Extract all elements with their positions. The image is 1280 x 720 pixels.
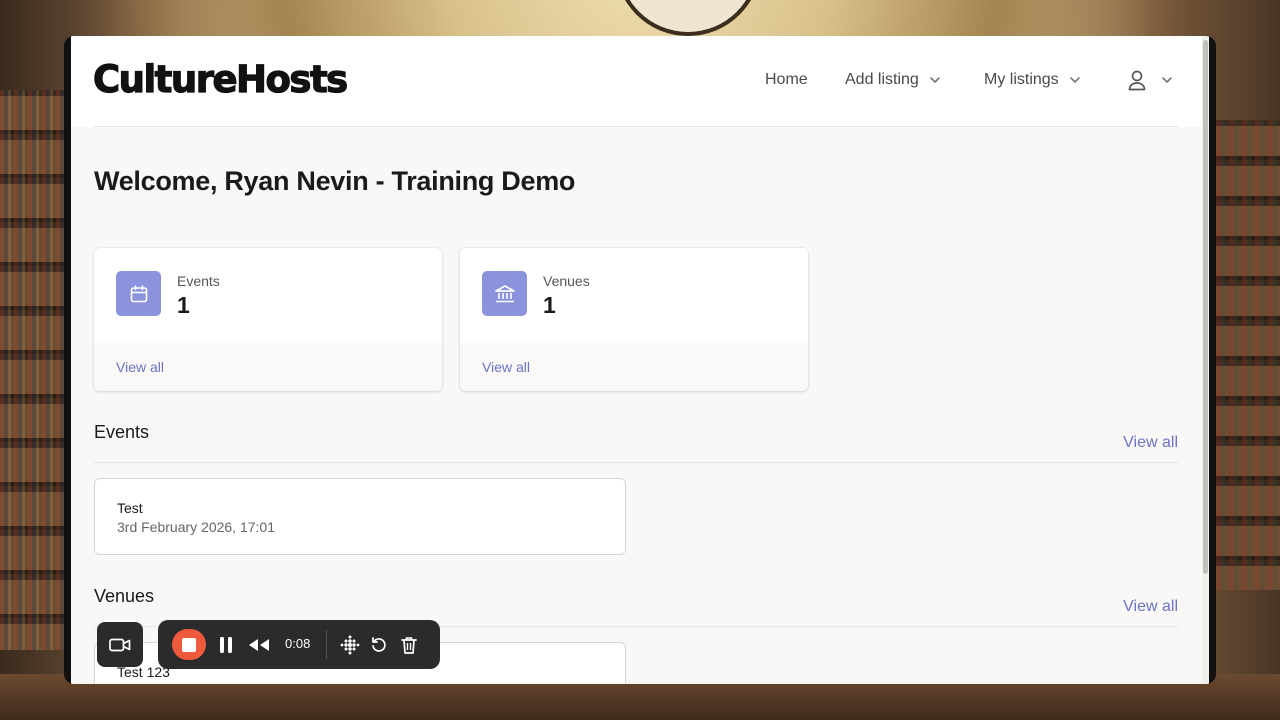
stop-icon <box>182 637 196 652</box>
drawing-tools-button[interactable] <box>339 634 361 656</box>
stat-card-venues: Venues 1 View all <box>460 248 808 391</box>
restart-button[interactable] <box>368 634 390 656</box>
building-icon <box>482 271 527 316</box>
stat-footer: View all <box>94 343 442 391</box>
calendar-icon <box>116 271 161 316</box>
event-date: 3rd February 2026, 17:01 <box>117 519 275 535</box>
header-divider <box>94 126 1178 127</box>
recording-toolbar: 0:08 <box>158 620 440 669</box>
stat-value: 1 <box>177 292 190 318</box>
trash-icon <box>401 637 417 654</box>
pause-button[interactable] <box>215 634 237 656</box>
events-section-title: Events <box>94 422 150 442</box>
chevron-down-icon <box>1069 77 1080 83</box>
venues-section-title: Venues <box>94 586 155 606</box>
nav-my-listings-label: My listings <box>984 71 1059 88</box>
rewind-icon <box>249 639 269 651</box>
user-icon <box>1128 70 1146 91</box>
event-title: Test <box>117 500 143 516</box>
stat-label: Venues <box>543 273 590 289</box>
chevron-down-icon <box>1162 77 1172 83</box>
venues-view-all-link[interactable]: View all <box>482 359 530 375</box>
section-divider <box>94 462 1178 463</box>
stat-footer: View all <box>460 343 808 391</box>
nav-add-listing[interactable]: Add listing <box>845 71 943 89</box>
background-bookshelf-right <box>1216 120 1280 590</box>
page-scrollbar[interactable] <box>1202 36 1209 684</box>
background-bookshelf-left <box>0 90 64 650</box>
restart-icon <box>372 637 386 652</box>
recording-timer: 0:08 <box>285 636 311 651</box>
page-title: Welcome, Ryan Nevin - Training Demo <box>94 166 576 196</box>
event-card[interactable]: Test 3rd February 2026, 17:01 <box>94 478 626 555</box>
background-clock <box>615 0 761 36</box>
nav-add-listing-label: Add listing <box>845 71 919 88</box>
camera-toggle-button[interactable] <box>97 622 143 667</box>
rewind-button[interactable] <box>248 634 270 656</box>
stat-label: Events <box>177 273 220 289</box>
toolbar-divider <box>326 630 327 659</box>
site-logo[interactable]: CultureHosts <box>92 57 348 101</box>
nav-home[interactable]: Home <box>765 71 808 89</box>
video-camera-icon <box>109 638 131 651</box>
user-menu[interactable] <box>1127 69 1175 91</box>
events-view-all-link[interactable]: View all <box>116 359 164 375</box>
pause-icon <box>220 637 232 653</box>
stop-recording-button[interactable] <box>172 629 206 660</box>
stat-card-events: Events 1 View all <box>94 248 442 391</box>
venues-section-view-all[interactable]: View all <box>1123 598 1178 616</box>
nav-home-label: Home <box>765 71 808 88</box>
site-header: CultureHosts Home Add listing My listing… <box>71 36 1202 127</box>
scrollbar-thumb[interactable] <box>1203 40 1208 574</box>
grid-dots-icon <box>340 635 360 655</box>
browser-window: CultureHosts Home Add listing My listing… <box>64 36 1216 684</box>
delete-recording-button[interactable] <box>398 634 420 656</box>
stat-value: 1 <box>543 292 556 318</box>
page: CultureHosts Home Add listing My listing… <box>71 36 1202 684</box>
nav-my-listings[interactable]: My listings <box>984 71 1083 89</box>
chevron-down-icon <box>930 77 940 83</box>
events-section-view-all[interactable]: View all <box>1123 434 1178 452</box>
